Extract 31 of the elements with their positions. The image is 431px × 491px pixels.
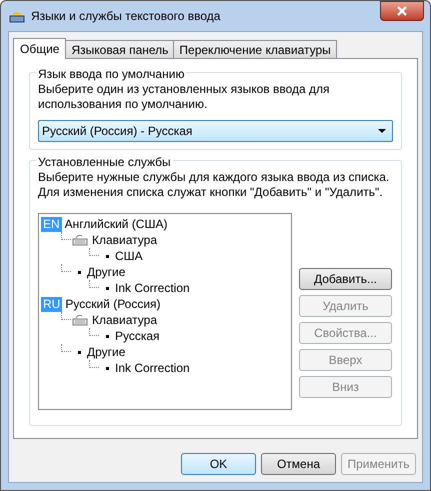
bullet-icon xyxy=(106,366,109,370)
tree-item[interactable]: Ink Correction xyxy=(115,279,190,297)
tab[interactable]: Общие xyxy=(13,38,66,59)
dialog-button[interactable]: OK xyxy=(181,453,256,475)
tab[interactable]: Языковая панель xyxy=(65,40,174,58)
bullet-icon xyxy=(106,286,109,290)
close-button[interactable] xyxy=(380,1,424,21)
bullet-icon xyxy=(78,270,81,274)
description-text: Выберите нужные службы для каждого языка ввода из списка. Для изменения списка служат кнопки "Добавить" и "Удалить". xyxy=(38,170,390,200)
action-button[interactable]: Добавить... xyxy=(299,268,392,290)
tree-item[interactable]: Другие xyxy=(87,263,126,281)
dropdown-arrow-icon xyxy=(378,129,386,133)
tree-item[interactable]: Ink Correction xyxy=(115,359,190,377)
tree-item[interactable]: Русский (Россия) xyxy=(65,295,161,313)
language-badge: RU xyxy=(41,296,62,312)
tree-item[interactable]: Клавиатура xyxy=(92,231,157,249)
language-badge: EN xyxy=(41,216,62,232)
dialog-button[interactable]: Отмена xyxy=(261,453,336,475)
language-dropdown[interactable]: Русский (Россия) - Русская xyxy=(38,120,393,142)
tree-item[interactable]: Русская xyxy=(115,327,160,345)
window-title: Языки и службы текстового ввода xyxy=(31,8,220,25)
bullet-icon xyxy=(106,334,109,338)
tree-item[interactable]: Английский (США) xyxy=(64,215,168,233)
tree-item[interactable]: Клавиатура xyxy=(92,311,157,329)
close-icon xyxy=(396,6,408,16)
tree-item[interactable]: Другие xyxy=(87,343,126,361)
bullet-icon xyxy=(106,254,109,258)
description-text: Выберите один из установленных языков ввода для использования по умолчанию. xyxy=(38,82,331,112)
tree-item[interactable]: США xyxy=(115,247,143,265)
bullet-icon xyxy=(78,350,81,354)
tab[interactable]: Переключение клавиатуры xyxy=(173,40,337,58)
